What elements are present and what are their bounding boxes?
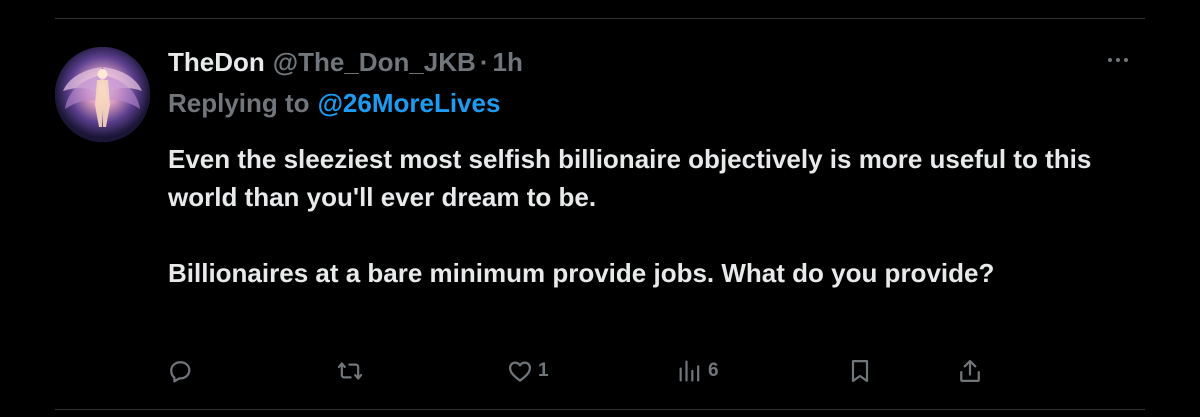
reply-button[interactable] (166, 356, 198, 386)
user-handle[interactable]: @The_Don_JKB (273, 47, 476, 78)
replying-to-handle-link[interactable]: @26MoreLives (318, 88, 501, 118)
share-icon (960, 359, 980, 383)
bookmark-button[interactable] (846, 356, 874, 386)
like-count: 1 (538, 360, 549, 381)
action-bar: 1 6 (0, 356, 1200, 386)
like-button[interactable]: 1 (506, 356, 549, 386)
views-chart-icon (679, 360, 700, 382)
retweet-icon (337, 362, 363, 380)
top-divider (55, 18, 1145, 19)
separator-dot: · (479, 46, 489, 77)
share-button[interactable] (956, 356, 984, 386)
avatar[interactable] (55, 47, 150, 142)
more-dots-icon[interactable] (1100, 50, 1136, 70)
retweet-button[interactable] (336, 356, 368, 386)
tweet-paragraph-1: Even the sleeziest most selfish billiona… (168, 144, 1092, 212)
timestamp[interactable]: 1h (493, 47, 523, 78)
display-name[interactable]: TheDon (168, 47, 265, 78)
replying-to-line: Replying to @26MoreLives (168, 88, 500, 119)
heart-icon (508, 361, 532, 382)
avatar-image (55, 47, 150, 142)
bookmark-icon (851, 359, 869, 383)
reply-icon (170, 361, 191, 383)
views-button[interactable]: 6 (676, 356, 719, 386)
replying-to-label: Replying to (168, 88, 310, 118)
views-count: 6 (708, 360, 719, 381)
tweet-text: Even the sleeziest most selfish billiona… (168, 140, 1148, 292)
tweet-paragraph-2: Billionaires at a bare minimum provide j… (168, 258, 995, 288)
bottom-divider (55, 409, 1145, 410)
tweet-header: TheDon @The_Don_JKB · 1h (168, 44, 523, 80)
